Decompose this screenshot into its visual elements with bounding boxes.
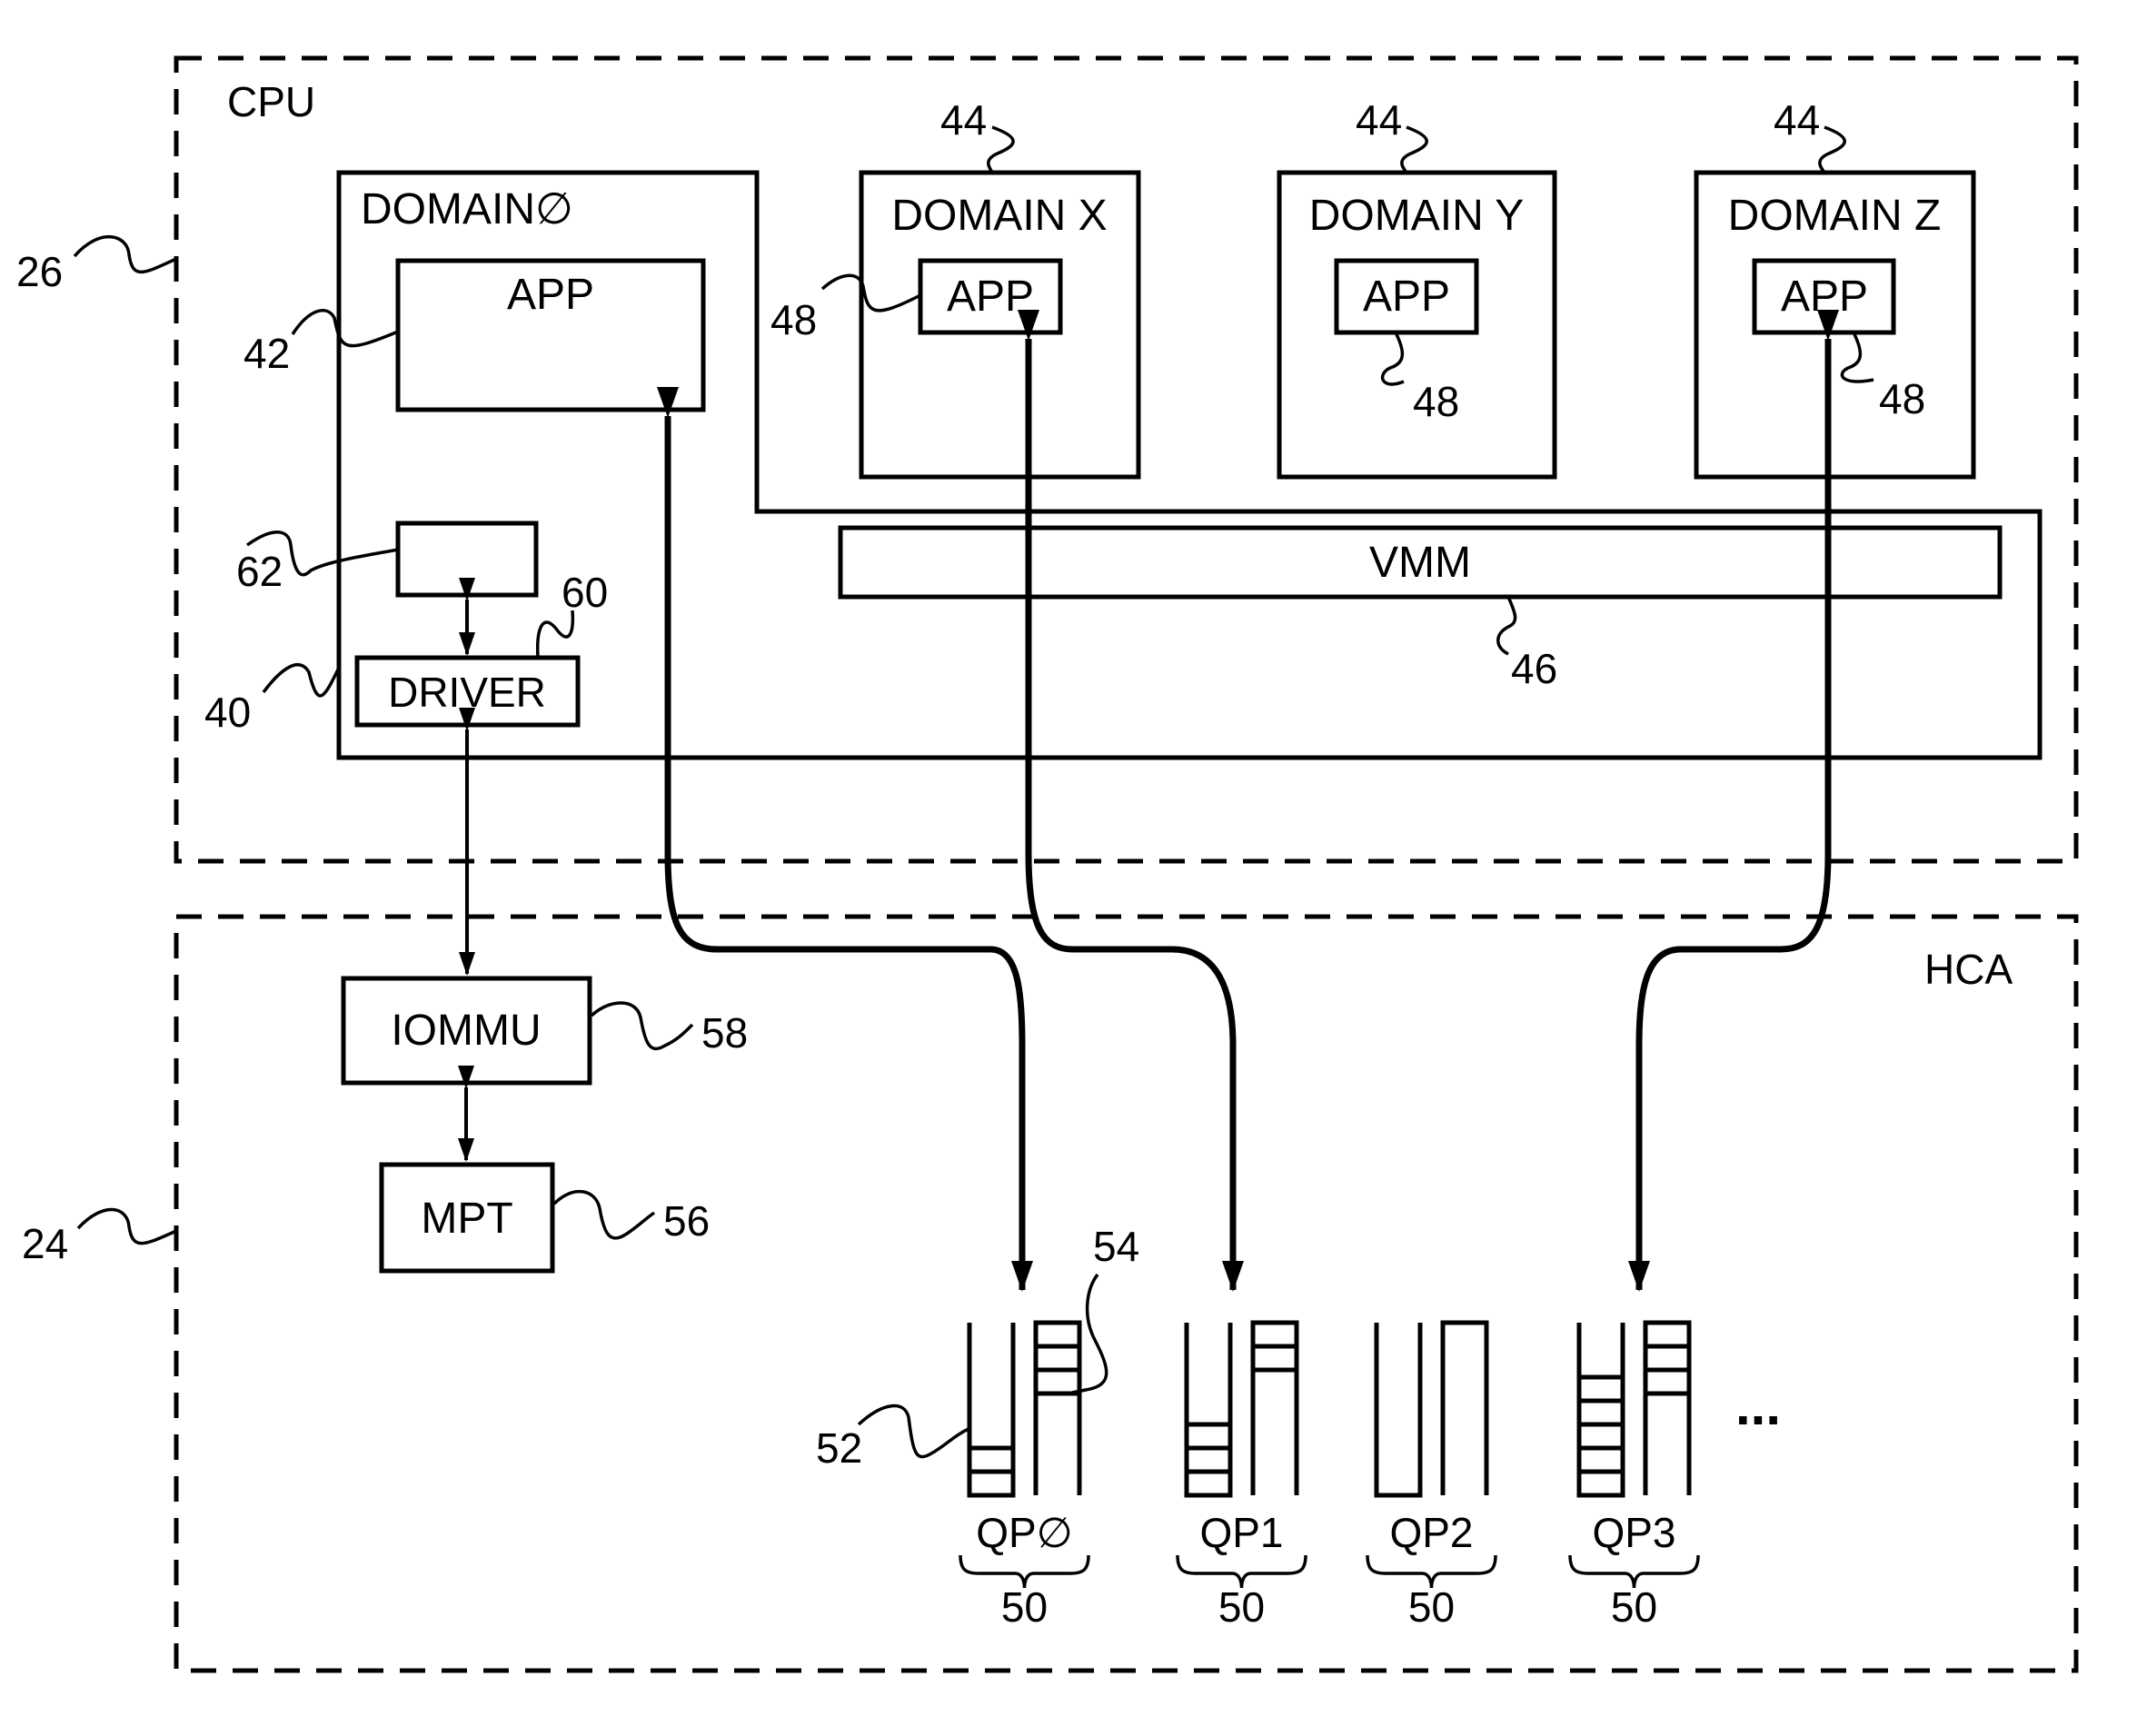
domain-z-ref: 44 (1774, 96, 1820, 144)
domain0-label: DOMAIN∅ (361, 185, 573, 233)
queue-pair-ref: 50 (1611, 1583, 1657, 1631)
queue-pair: QP1 50 (1176, 1320, 1307, 1631)
mpt-leader-line (552, 1189, 656, 1240)
iommu-ref: 58 (701, 1009, 748, 1056)
receive-queue-ref: 54 (1093, 1223, 1139, 1270)
diagram-svg: CPU 26 HCA 24 DOMAIN∅ 40 APP 42 62 DRIVE… (16, 55, 2079, 1673)
app0-qp0-path (657, 387, 1033, 1292)
queue-pairs: QP∅ 50 QP1 50 QP2 50 QP3 50 (959, 1320, 1700, 1631)
domain0-app-leader-line (291, 309, 399, 348)
domain-y: DOMAIN Y 44 APP 48 (1277, 96, 1557, 480)
iommu-label: IOMMU (391, 1007, 541, 1055)
mmu-ref: 62 (236, 548, 283, 595)
domain-x-app-label: APP (947, 273, 1034, 321)
domain-z-label: DOMAIN Z (1728, 192, 1942, 240)
driver-leader-line (535, 610, 575, 659)
iommu-leader-line (590, 1001, 694, 1051)
driver-label: DRIVER (388, 669, 546, 716)
vmm-ref: 46 (1511, 645, 1557, 692)
domain-z-app-leader-line (1840, 332, 1874, 383)
domain-z-app-ref: 48 (1879, 375, 1925, 422)
domain-x-app-leader-line (820, 273, 921, 312)
patent-figure: CPU 26 HCA 24 DOMAIN∅ 40 APP 42 62 DRIVE… (0, 0, 2137, 1736)
domain-x-ref: 44 (940, 96, 987, 144)
cpu-region (174, 55, 2079, 864)
send-queue-ref: 52 (816, 1424, 862, 1472)
receive-queue (1440, 1320, 1489, 1495)
domain-z: DOMAIN Z 44 APP 48 (1694, 96, 1976, 480)
domain-y-ref: 44 (1356, 96, 1402, 144)
hca-ref: 24 (22, 1220, 68, 1267)
queue-pair-label: QP∅ (976, 1509, 1073, 1556)
hca-leader-line (76, 1207, 177, 1245)
domain-x-leader-line (987, 125, 1015, 174)
queue-pair-label: QP2 (1389, 1509, 1473, 1556)
queue-pair-label: QP3 (1592, 1509, 1675, 1556)
cpu-label: CPU (227, 78, 315, 125)
domain0-leader-line (262, 662, 341, 698)
hca-label: HCA (1924, 946, 2013, 993)
domain-y-app-label: APP (1363, 273, 1450, 321)
domain0-ref: 40 (204, 689, 251, 736)
mpt-label: MPT (421, 1195, 512, 1243)
mmu-box (395, 521, 539, 598)
mpt-ref: 56 (663, 1197, 710, 1245)
domain-z-app-label: APP (1781, 273, 1868, 321)
cpu-ref: 26 (16, 248, 63, 295)
domain-y-app-ref: 48 (1413, 378, 1459, 425)
driver-ref: 60 (562, 569, 608, 616)
queue-pair-label: QP1 (1199, 1509, 1283, 1556)
domain-x-app-ref: 48 (770, 296, 817, 343)
domain-x: DOMAIN X 44 APP 48 (770, 96, 1141, 480)
queue-pair: QP2 50 (1366, 1320, 1497, 1631)
appx-qp1-path (1018, 310, 1244, 1292)
appz-qp3-path (1628, 310, 1839, 1292)
cpu-leader-line (73, 235, 177, 274)
send-queue-leader-line (857, 1404, 971, 1459)
queue-pair-ref: 50 (1218, 1583, 1265, 1631)
domain0-app-ref: 42 (244, 330, 290, 377)
domain-y-app-leader-line (1380, 332, 1405, 386)
vmm-label: VMM (1369, 539, 1471, 587)
domain0-app-label: APP (507, 271, 594, 319)
domain-y-label: DOMAIN Y (1309, 192, 1524, 240)
queue-pair: QP3 50 (1568, 1320, 1700, 1631)
queue-pair-ref: 50 (1408, 1583, 1455, 1631)
domain-x-label: DOMAIN X (891, 192, 1107, 240)
send-queue (1374, 1323, 1423, 1498)
queue-pair-ref: 50 (1001, 1583, 1048, 1631)
more-queue-pairs-ellipsis: ... (1735, 1375, 1781, 1436)
domain-z-leader-line (1818, 125, 1846, 174)
queue-pair: QP∅ 50 (959, 1320, 1090, 1631)
domain-y-leader-line (1400, 125, 1428, 174)
